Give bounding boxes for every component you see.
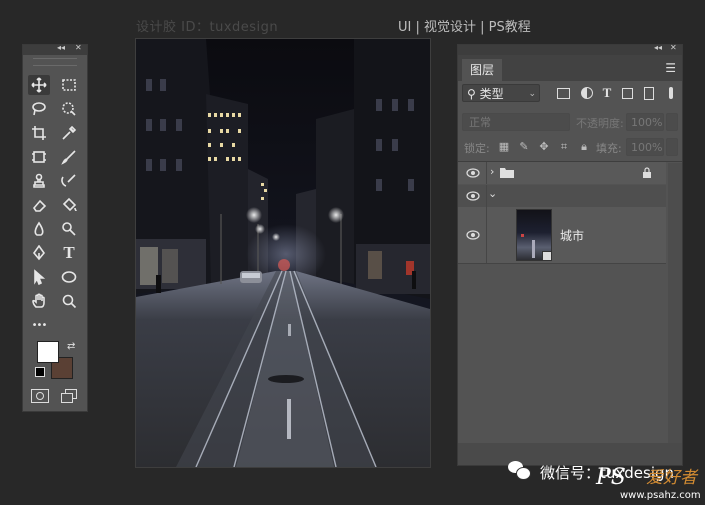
blur-tool-icon[interactable] (28, 219, 50, 239)
blend-mode-select[interactable]: 正常 (462, 113, 570, 131)
eye-icon[interactable] (466, 230, 480, 240)
history-brush-tool-icon[interactable] (58, 171, 80, 191)
layer-filter-row: ⚲ 类型 ⌄ T (458, 81, 682, 105)
canvas-title-right: UI | 视觉设计 | PS教程 (398, 20, 531, 35)
kind-filter-select[interactable]: ⚲ 类型 ⌄ (462, 84, 540, 102)
frame-tool-icon[interactable] (28, 147, 50, 167)
chevron-down-icon[interactable]: ⌄ (488, 187, 497, 200)
layer-name[interactable]: 城市 (560, 227, 584, 244)
site-url: www.psahz.com (620, 490, 701, 501)
layers-panel: ◂◂ ✕ 图层 ☰ ⚲ 类型 ⌄ T 正常 不透明度: 100% 锁定: ▦ ✎… (457, 43, 683, 466)
tools-panel-header: ◂◂ ✕ (23, 43, 87, 55)
stamp-tool-icon[interactable] (28, 171, 50, 191)
close-icon[interactable]: ✕ (75, 43, 82, 52)
search-icon: ⚲ (467, 87, 476, 101)
adjustment-filter-icon[interactable] (580, 87, 594, 99)
foreground-color-swatch[interactable] (37, 341, 59, 363)
folder-icon (500, 168, 514, 178)
type-filter-icon[interactable]: T (600, 86, 614, 99)
lock-position-icon[interactable]: ✥ (538, 141, 550, 153)
shape-filter-icon[interactable] (620, 87, 634, 99)
type-tool-icon[interactable]: T (58, 243, 80, 263)
lock-icon (643, 167, 651, 178)
crop-tool-icon[interactable] (28, 123, 50, 143)
lock-transparent-icon[interactable]: ▦ (498, 141, 510, 153)
filter-toggle-icon[interactable] (664, 87, 678, 99)
close-icon[interactable]: ✕ (670, 43, 677, 52)
pixel-filter-icon[interactable] (556, 87, 570, 99)
fill-label: 填充: (596, 142, 622, 155)
hand-tool-icon[interactable] (28, 291, 50, 311)
city-street-photo (136, 39, 430, 467)
more-tools-icon[interactable]: ••• (28, 315, 50, 335)
collapse-icon[interactable]: ◂◂ (654, 43, 662, 52)
ps-logo-text: PS (596, 465, 626, 490)
document-canvas[interactable] (135, 38, 431, 468)
brush-tool-icon[interactable] (58, 147, 80, 167)
opacity-dropdown[interactable] (666, 113, 678, 131)
panel-menu-icon[interactable]: ☰ (665, 61, 676, 75)
smart-object-badge-icon (542, 251, 552, 261)
layers-scrollbar[interactable] (668, 163, 682, 463)
layer-row-city[interactable]: 城市 (458, 207, 666, 264)
dodge-tool-icon[interactable] (58, 219, 80, 239)
divider (486, 162, 487, 184)
canvas-title-left: 设计胶 ID：tuxdesign (136, 20, 279, 35)
screen-mode-icon[interactable] (61, 389, 77, 403)
layers-panel-header: ◂◂ ✕ (458, 43, 682, 55)
lock-all-icon[interactable]: 🔒︎ (578, 141, 590, 153)
lasso-tool-icon[interactable] (28, 99, 50, 119)
bucket-tool-icon[interactable] (58, 195, 80, 215)
marquee-tool-icon[interactable] (58, 75, 80, 95)
collapse-icon[interactable]: ◂◂ (57, 43, 65, 52)
site-logo-text: 爱好者 (646, 468, 697, 488)
chevron-down-icon: ⌄ (528, 89, 536, 99)
wechat-icon (508, 460, 532, 480)
default-colors-icon[interactable] (35, 367, 45, 377)
lock-label: 锁定: (464, 142, 490, 155)
pen-tool-icon[interactable] (28, 243, 50, 263)
zoom-tool-icon[interactable] (58, 291, 80, 311)
fill-field[interactable]: 100% (626, 138, 664, 156)
swap-colors-icon[interactable]: ⇄ (67, 341, 75, 352)
blend-row: 正常 不透明度: 100% (458, 111, 682, 133)
eye-icon[interactable] (466, 168, 480, 178)
quick-mask-icon[interactable] (31, 389, 49, 403)
divider (486, 185, 487, 207)
lock-artboard-icon[interactable]: ⌗ (558, 141, 570, 153)
chevron-right-icon[interactable]: › (490, 165, 494, 178)
divider (486, 207, 487, 263)
eraser-tool-icon[interactable] (28, 195, 50, 215)
move-tool-icon[interactable] (28, 75, 50, 95)
eyedropper-tool-icon[interactable] (58, 123, 80, 143)
panel-grip[interactable] (33, 58, 77, 66)
layer-row-group-open[interactable]: ⌄ (458, 185, 666, 207)
layer-row-group[interactable]: › (458, 162, 666, 184)
lock-pixels-icon[interactable]: ✎ (518, 141, 530, 153)
opacity-label: 不透明度: (576, 117, 624, 130)
quick-select-tool-icon[interactable] (58, 99, 80, 119)
path-select-tool-icon[interactable] (28, 267, 50, 287)
eye-icon[interactable] (466, 191, 480, 201)
ellipse-tool-icon[interactable] (58, 267, 80, 287)
tools-panel: ◂◂ ✕ T ••• ⇄ (22, 43, 88, 412)
fill-dropdown[interactable] (666, 138, 678, 156)
opacity-field[interactable]: 100% (626, 113, 664, 131)
smart-object-filter-icon[interactable] (642, 87, 656, 100)
layers-tab-bar: 图层 ☰ (458, 55, 682, 81)
tab-layers[interactable]: 图层 (462, 59, 502, 81)
lock-row: 锁定: ▦ ✎ ✥ ⌗ 🔒︎ 填充: 100% (458, 137, 682, 157)
kind-filter-label: 类型 (479, 87, 504, 101)
